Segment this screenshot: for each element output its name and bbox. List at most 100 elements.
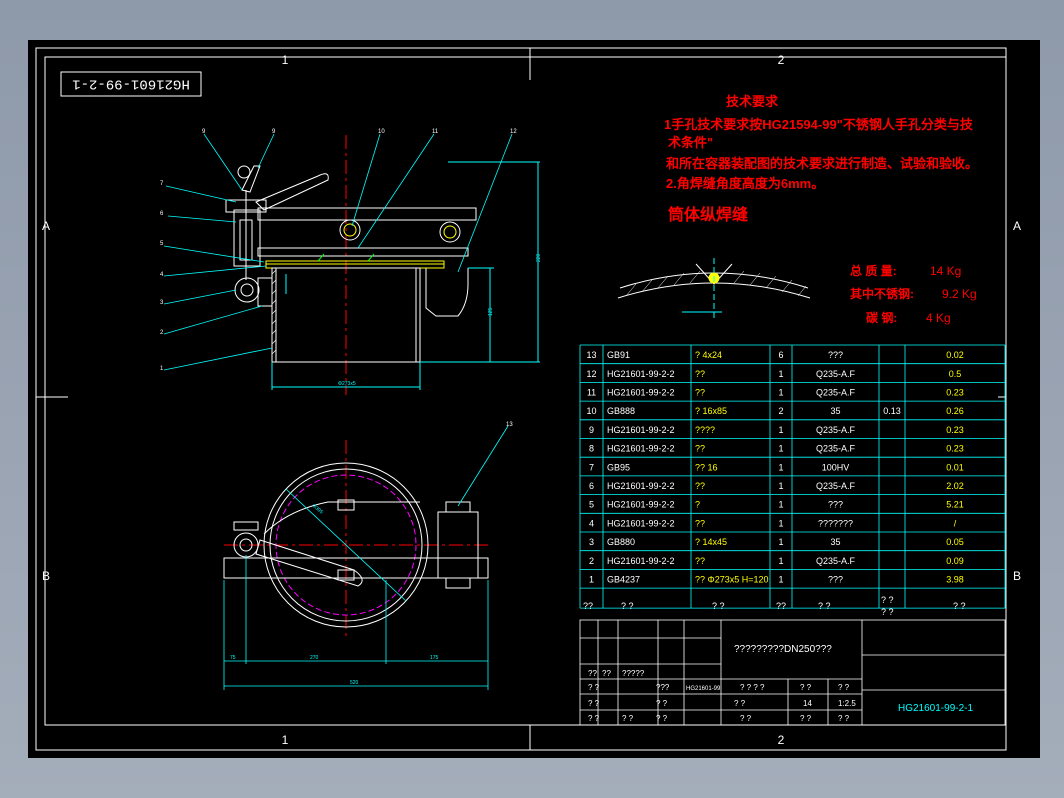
notes-line4: 2.角焊缝角度高度为6mm。: [666, 176, 824, 191]
svg-text:? ?: ? ?: [838, 683, 850, 692]
svg-text:75: 75: [230, 655, 236, 661]
bom-cell-unit: 0.13: [883, 406, 901, 416]
svg-text:? ?: ? ?: [953, 601, 966, 611]
svg-text:? ?: ? ?: [712, 601, 725, 611]
bom-cell-total: 0.23: [946, 387, 964, 397]
weld-detail: [617, 258, 811, 320]
zone-top-1: 1: [282, 53, 289, 67]
bom-cell-mat: Q235-A.F: [816, 425, 856, 435]
zone-right-a: A: [1013, 219, 1021, 233]
bom-cell-qty: 1: [778, 518, 783, 528]
svg-text:? ?: ? ?: [800, 683, 812, 692]
zone-top-2: 2: [778, 53, 785, 67]
bom-cell-no: 6: [589, 481, 594, 491]
svg-text:220: 220: [536, 253, 542, 262]
bom-cell-code: HG21601-99-2-2: [607, 556, 675, 566]
bom-cell-code: GB95: [607, 462, 630, 472]
svg-text:? ?: ? ?: [622, 714, 634, 723]
bom-cell-code: HG21601-99-2-2: [607, 425, 675, 435]
bom-cell-qty: 1: [778, 500, 783, 510]
bom-cell-qty: 1: [778, 537, 783, 547]
bom-cell-no: 5: [589, 500, 594, 510]
svg-text:? ?: ? ?: [588, 683, 600, 692]
plan-dimensions: 75 270 175 520 Φ395: [230, 503, 439, 686]
bom-cell-no: 4: [589, 518, 594, 528]
svg-text:???: ???: [656, 683, 670, 692]
section-balloons: 9 9 7 6 5 4 3 2 1 10 11 12: [160, 129, 517, 372]
bom-cell-mat: 35: [830, 406, 840, 416]
bom-cell-mat: ???: [828, 574, 843, 584]
bom-cell-no: 13: [586, 350, 596, 360]
svg-text:?????: ?????: [622, 669, 645, 678]
bom-cell-qty: 1: [778, 369, 783, 379]
svg-text:HG21601-99: HG21601-99: [686, 686, 721, 692]
balloon-2: 2: [160, 330, 164, 336]
section-view: [163, 133, 540, 395]
svg-text:??: ??: [588, 669, 597, 678]
bom-cell-code: GB888: [607, 406, 635, 416]
zone-right-b: B: [1013, 569, 1021, 583]
bom-cell-name: ? 4x24: [695, 350, 722, 360]
bom-cell-mat: Q235-A.F: [816, 556, 856, 566]
bom-cell-total: 0.09: [946, 556, 964, 566]
cad-canvas[interactable]: 1 2 1 2 A B A B HG21601-99-2-1 9 9 7 6 5…: [28, 40, 1040, 758]
drawing-sheet: 1 2 1 2 A B A B HG21601-99-2-1 9 9 7 6 5…: [35, 47, 1021, 751]
svg-text:??: ??: [602, 669, 611, 678]
bom-cell-no: 12: [586, 369, 596, 379]
bom-cell-no: 7: [589, 462, 594, 472]
bom-cell-qty: 1: [778, 387, 783, 397]
bom-cell-mat: 35: [830, 537, 840, 547]
zone-bottom-1: 1: [282, 733, 289, 747]
svg-text:? ?: ? ?: [818, 601, 831, 611]
bom-cell-name: ??: [695, 444, 705, 454]
bom-cell-name: ?? 16: [695, 462, 718, 472]
section-dimensions: Φ273x5 220 125: [338, 253, 542, 387]
svg-text:HG21601-99-2-1: HG21601-99-2-1: [72, 75, 190, 91]
svg-text:? ?: ? ?: [838, 714, 850, 723]
balloon-5: 5: [160, 241, 164, 247]
title-block-text: ?????????DN250??? ?? ?? ????? ? ? ??? HG…: [588, 644, 973, 723]
bom-cell-qty: 2: [778, 406, 783, 416]
svg-text:? ?: ? ?: [621, 601, 634, 611]
bom-cell-code: HG21601-99-2-2: [607, 369, 675, 379]
bom-cell-total: 0.05: [946, 537, 964, 547]
notes-line1: 1手孔技术要求按HG21594-99"不锈钢人手孔分类与技: [664, 117, 974, 132]
svg-text:总 质 量:: 总 质 量:: [850, 263, 897, 278]
drawing-stamp: HG21601-99-2-1: [60, 71, 202, 97]
bom-cell-total: /: [954, 518, 957, 528]
bom-cell-code: HG21601-99-2-2: [607, 481, 675, 491]
bom-cell-code: GB4237: [607, 574, 640, 584]
weld-title: 筒体纵焊缝: [667, 205, 748, 224]
balloon-6: 6: [160, 211, 164, 217]
bom-cell-qty: 6: [778, 350, 783, 360]
bill-of-materials: 13 GB91? 4x24 6??? 0.0212 HG21601-99-2-2?? 1 Q…: [579, 344, 1006, 609]
zone-left-a: A: [42, 219, 50, 233]
balloon-4: 4: [160, 272, 164, 278]
bom-cell-mat: ???: [828, 500, 843, 510]
bom-cell-code: HG21601-99-2-2: [607, 387, 675, 397]
bom-cell-mat: ???????: [818, 518, 853, 528]
balloon-1: 1: [160, 366, 164, 372]
bom-cell-qty: 1: [778, 462, 783, 472]
bom-cell-name: ??: [695, 369, 705, 379]
svg-text:??: ??: [583, 601, 593, 611]
svg-text:270: 270: [310, 655, 319, 661]
bom-cell-total: 0.5: [949, 369, 962, 379]
svg-text:4 Kg: 4 Kg: [926, 311, 951, 325]
bom-cell-mat: ???: [828, 350, 843, 360]
bom-cell-qty: 1: [778, 556, 783, 566]
plan-view: [223, 425, 509, 690]
bom-cell-no: 9: [589, 425, 594, 435]
bom-cell-name: ??: [695, 387, 705, 397]
bom-cell-no: 11: [587, 387, 596, 397]
bom-cell-qty: 1: [778, 481, 783, 491]
bom-cell-name: ??: [695, 481, 705, 491]
bom-cell-code: HG21601-99-2-2: [607, 518, 675, 528]
drawing-number: HG21601-99-2-1: [898, 703, 973, 714]
bom-cell-name: ??: [695, 518, 705, 528]
notes-line2: 术条件": [667, 135, 713, 150]
svg-text:? ?: ? ?: [588, 699, 600, 708]
svg-text:? ?: ? ?: [588, 714, 600, 723]
balloon-7: 7: [160, 181, 164, 187]
mass-summary: 总 质 量: 14 Kg 其中不锈钢: 9.2 Kg 碳 钢: 4 Kg: [850, 263, 977, 325]
